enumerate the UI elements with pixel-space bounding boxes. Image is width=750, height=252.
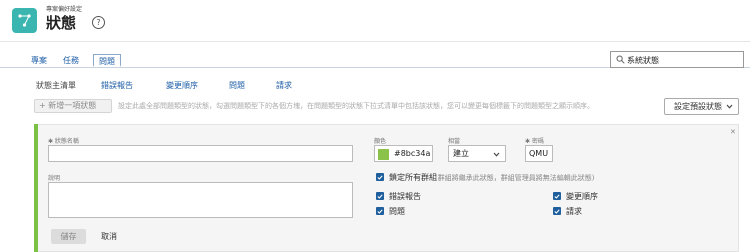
- page-title: 狀態: [46, 14, 77, 32]
- search-input[interactable]: 系統狀態: [610, 51, 744, 68]
- status-color-accent: [34, 124, 38, 252]
- save-button[interactable]: 儲存: [51, 229, 86, 244]
- code-value: QMU: [529, 149, 549, 158]
- equals-value: 建立: [453, 149, 469, 158]
- checkmark-icon: [377, 174, 383, 180]
- tab-projects[interactable]: 專案: [26, 54, 52, 67]
- checkmark-icon: [377, 208, 383, 214]
- issue-type-checkbox-request[interactable]: [553, 207, 561, 215]
- color-swatch: [378, 149, 389, 160]
- issue-type-label-change-order: 變更順序: [566, 192, 598, 201]
- color-value: #8bc34a: [394, 149, 431, 158]
- set-default-status-button[interactable]: 設定預設狀態: [664, 98, 739, 115]
- issue-type-checkbox-issue[interactable]: [376, 207, 384, 215]
- lock-all-groups-hint: (群組將繼承此狀態，群組管理員將無法編輯此狀態): [435, 174, 595, 182]
- set-default-status-label: 設定預設狀態: [674, 102, 722, 111]
- status-name-label: ✱ 狀態名稱: [48, 138, 79, 145]
- code-input[interactable]: QMU: [525, 145, 553, 162]
- lock-all-groups-label: 鎖定所有群組: [389, 173, 437, 182]
- subtab-request[interactable]: 請求: [276, 80, 292, 91]
- search-icon: [616, 55, 625, 64]
- chevron-down-icon: [493, 152, 500, 157]
- status-flow-icon: [18, 14, 31, 27]
- issue-type-label-bug-report: 錯誤報告: [389, 192, 421, 201]
- instructions-text: 設定此處全部問題類型的狀態，勾選問題類型下的各個方塊，在問題類型的狀態下拉式清單…: [118, 102, 594, 110]
- status-name-value: [49, 149, 53, 158]
- checkmark-icon: [554, 208, 560, 214]
- chevron-down-icon: [726, 104, 733, 109]
- search-value: 系統狀態: [627, 56, 659, 65]
- lock-all-groups-checkbox[interactable]: [376, 173, 384, 181]
- issue-type-label-request: 請求: [566, 207, 582, 216]
- status-app-icon: [12, 8, 37, 33]
- description-label: 說明: [48, 175, 61, 182]
- header-divider: [0, 41, 750, 42]
- subtab-bug-report[interactable]: 錯誤報告: [101, 80, 133, 91]
- issue-type-label-issue: 問題: [389, 207, 405, 216]
- subtab-master-list[interactable]: 狀態主清單: [36, 80, 76, 91]
- tab-issues[interactable]: 問題: [93, 54, 121, 67]
- new-status-button[interactable]: + 新增一項狀態: [34, 99, 112, 113]
- color-picker[interactable]: #8bc34a: [374, 145, 433, 162]
- status-name-input[interactable]: [48, 145, 353, 162]
- checkmark-icon: [377, 193, 383, 199]
- equals-select[interactable]: 建立: [448, 145, 506, 162]
- issue-type-checkbox-change-order[interactable]: [553, 192, 561, 200]
- equals-label: 相當: [448, 138, 461, 145]
- description-textarea[interactable]: [48, 182, 353, 218]
- code-label: ✱ 密碼: [525, 138, 544, 145]
- subtab-change-order[interactable]: 變更順序: [166, 80, 198, 91]
- color-label: 顏色: [374, 138, 387, 145]
- tab-tasks[interactable]: 任務: [58, 54, 84, 67]
- close-icon[interactable]: ✕: [730, 128, 736, 136]
- help-icon[interactable]: ?: [92, 16, 105, 29]
- cancel-button[interactable]: 取消: [101, 231, 117, 242]
- checkmark-icon: [554, 193, 560, 199]
- subtab-issue[interactable]: 問題: [229, 80, 245, 91]
- issue-type-checkbox-bug-report[interactable]: [376, 192, 384, 200]
